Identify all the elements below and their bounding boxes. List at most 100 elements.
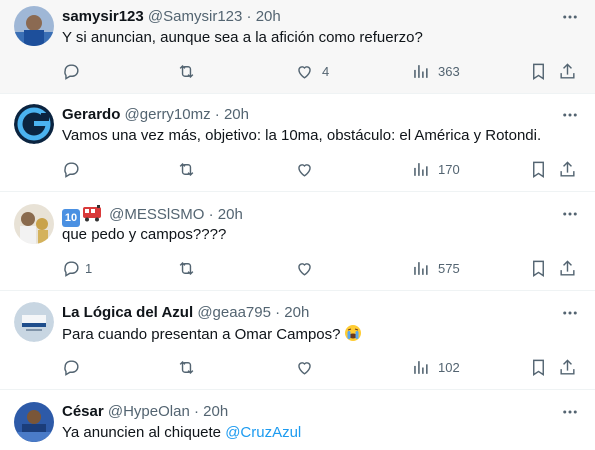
share-button[interactable] (558, 158, 577, 180)
heart-icon (295, 160, 314, 179)
like-button[interactable]: 4 (295, 60, 329, 82)
author-name[interactable]: samysir123 (62, 8, 144, 25)
tweet-text: Vamos una vez más, objetivo: la 10ma, ob… (62, 127, 542, 144)
share-icon (558, 160, 577, 179)
views-count: 102 (438, 359, 460, 375)
action-bar: 1 575 (62, 257, 583, 279)
more-options-icon[interactable] (559, 7, 581, 27)
bookmark-button[interactable] (529, 60, 548, 82)
more-options-icon[interactable] (559, 204, 581, 224)
views-icon (411, 62, 430, 81)
retweet-icon (177, 358, 196, 377)
tweet-text: Y si anuncian, aunque sea a la afición c… (62, 29, 423, 46)
retweet-button[interactable] (177, 158, 196, 180)
mention-link[interactable]: @CruzAzul (225, 424, 301, 441)
heart-icon (295, 259, 314, 278)
tweet-item[interactable]: César @HypeOlan · 20h Ya anuncien al chi… (0, 390, 595, 450)
more-options-icon[interactable] (559, 303, 581, 323)
avatar[interactable] (14, 104, 54, 144)
retweet-icon (177, 259, 196, 278)
share-button[interactable] (558, 257, 577, 279)
author-name[interactable]: César (62, 403, 104, 420)
tweet-item[interactable]: 10 @MESSlSMO · 20h que pedo y campos????… (0, 192, 595, 291)
bookmark-button[interactable] (529, 356, 548, 378)
reply-icon (62, 358, 81, 377)
retweet-icon (177, 160, 196, 179)
crying-face-icon (344, 324, 362, 348)
author-handle[interactable]: @gerry10mz (125, 106, 211, 123)
reply-count: 1 (85, 260, 93, 276)
author-name[interactable]: La Lógica del Azul (62, 304, 193, 321)
share-icon (558, 358, 577, 377)
tweet-time[interactable]: 20h (218, 206, 243, 223)
views-button[interactable]: 575 (411, 257, 460, 279)
action-bar: 4 363 (62, 60, 583, 82)
separator-dot: · (246, 8, 252, 25)
avatar[interactable] (14, 302, 54, 342)
tweet-text-container: Ya anuncien al chiquete @CruzAzul (62, 423, 581, 443)
reply-button[interactable] (62, 356, 81, 378)
like-button[interactable] (295, 158, 314, 180)
action-bar: 170 (62, 158, 583, 180)
avatar[interactable] (14, 204, 54, 244)
separator-dot: · (193, 403, 199, 420)
views-button[interactable]: 102 (411, 356, 460, 378)
bookmark-button[interactable] (529, 158, 548, 180)
reply-icon (62, 62, 81, 81)
tweet-item[interactable]: samysir123 @Samysir123 · 20h Y si anunci… (0, 0, 595, 94)
separator-dot: · (214, 106, 220, 123)
tweet-text: que pedo y campos???? (62, 226, 227, 243)
separator-dot: · (208, 206, 214, 223)
like-count: 4 (322, 63, 330, 79)
views-count: 170 (438, 161, 460, 177)
like-button[interactable] (295, 356, 314, 378)
more-options-icon[interactable] (559, 105, 581, 125)
action-bar: 102 (62, 356, 583, 378)
bookmark-button[interactable] (529, 257, 548, 279)
tweet-text: Para cuando presentan a Omar Campos? (62, 326, 341, 343)
retweet-icon (177, 62, 196, 81)
views-button[interactable]: 363 (411, 60, 460, 82)
share-icon (558, 62, 577, 81)
author-handle[interactable]: @MESSlSMO (109, 206, 204, 223)
tweet-time[interactable]: 20h (203, 403, 228, 420)
avatar[interactable] (14, 6, 54, 46)
tweet-item[interactable]: Gerardo @gerry10mz · 20h Vamos una vez m… (0, 94, 595, 192)
bookmark-icon (529, 62, 548, 81)
tweet-time[interactable]: 20h (224, 106, 249, 123)
like-button[interactable] (295, 257, 314, 279)
bookmark-icon (529, 358, 548, 377)
tweet-time[interactable]: 20h (256, 8, 281, 25)
views-icon (411, 358, 430, 377)
bookmark-icon (529, 160, 548, 179)
heart-icon (295, 358, 314, 377)
views-icon (411, 259, 430, 278)
views-icon (411, 160, 430, 179)
more-options-icon[interactable] (559, 402, 581, 422)
reply-icon (62, 259, 81, 278)
reply-button[interactable] (62, 158, 81, 180)
tweet-item[interactable]: La Lógica del Azul @geaa795 · 20h Para c… (0, 291, 595, 390)
heart-icon (295, 62, 314, 81)
author-handle[interactable]: @Samysir123 (148, 8, 242, 25)
tweet-time[interactable]: 20h (284, 304, 309, 321)
author-handle[interactable]: @HypeOlan (108, 403, 190, 420)
tweet-text: Ya anuncien al chiquete (62, 424, 222, 441)
author-handle[interactable]: @geaa795 (197, 304, 271, 321)
share-button[interactable] (558, 356, 577, 378)
views-button[interactable]: 170 (411, 158, 460, 180)
tweet-text-container: Para cuando presentan a Omar Campos? (62, 324, 581, 348)
author-name[interactable]: Gerardo (62, 106, 120, 123)
reply-button[interactable] (62, 60, 89, 82)
retweet-button[interactable] (177, 60, 196, 82)
share-button[interactable] (558, 60, 577, 82)
avatar[interactable] (14, 402, 54, 442)
views-count: 575 (438, 260, 460, 276)
reply-button[interactable]: 1 (62, 257, 92, 279)
bookmark-icon (529, 259, 548, 278)
retweet-button[interactable] (177, 356, 196, 378)
share-icon (558, 259, 577, 278)
separator-dot: · (275, 304, 281, 321)
retweet-button[interactable] (177, 257, 196, 279)
reply-icon (62, 160, 81, 179)
